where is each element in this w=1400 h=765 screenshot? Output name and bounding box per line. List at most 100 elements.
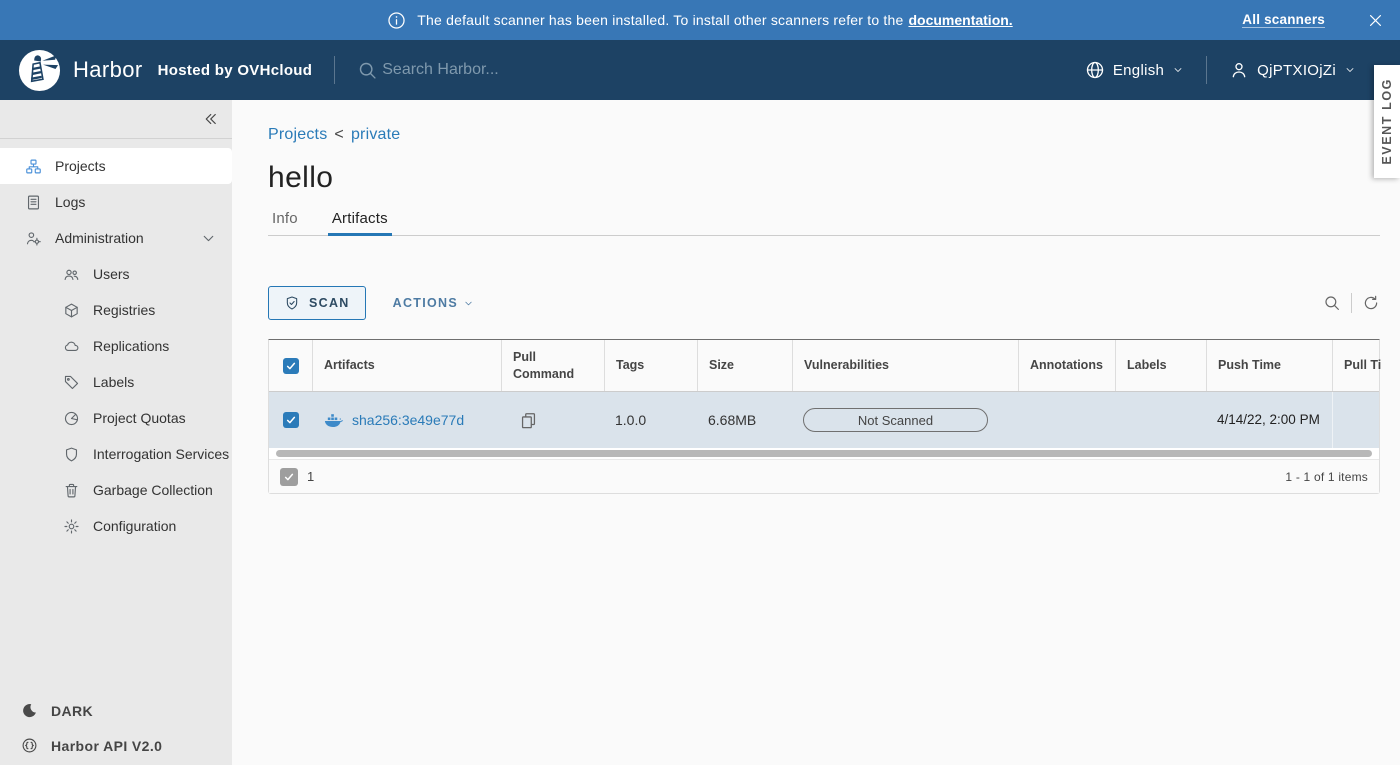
artifacts-table: Artifacts Pull Command Tags Size Vulnera…	[268, 339, 1380, 494]
username-label: QjPTXIOjZi	[1257, 62, 1336, 79]
page-title: hello	[268, 161, 1380, 195]
actions-dropdown[interactable]: ACTIONS	[393, 296, 474, 310]
admin-user-gear-icon	[25, 230, 42, 247]
sidebar-item-labels[interactable]: Labels	[0, 364, 232, 400]
language-label: English	[1113, 62, 1164, 79]
push-time-cell: 4/14/22, 2:00 PM	[1217, 411, 1320, 429]
annotations-cell	[1018, 392, 1115, 448]
search-icon	[357, 60, 378, 81]
column-header-push-time[interactable]: Push Time	[1206, 340, 1332, 391]
documentation-link[interactable]: documentation.	[908, 12, 1012, 28]
harbor-logo-icon[interactable]	[18, 49, 61, 92]
sidebar-item-label: Replications	[93, 338, 169, 354]
toolbar-divider	[1351, 293, 1352, 313]
shield-icon	[63, 446, 80, 463]
select-all-checkbox[interactable]	[283, 358, 299, 374]
column-header-annotations[interactable]: Annotations	[1018, 340, 1115, 391]
sidebar-item-label: Labels	[93, 374, 134, 390]
breadcrumb: Projects<private	[268, 126, 1380, 144]
breadcrumb-projects-link[interactable]: Projects	[268, 126, 327, 143]
cube-icon	[63, 302, 80, 319]
pagination-summary: 1 - 1 of 1 items	[1285, 470, 1368, 484]
actions-label: ACTIONS	[393, 296, 458, 310]
close-icon[interactable]	[1367, 12, 1384, 29]
sidebar: Projects Logs Administration Users Regis…	[0, 100, 232, 765]
selected-indicator-checkbox[interactable]	[280, 468, 298, 486]
sidebar-item-project-quotas[interactable]: Project Quotas	[0, 400, 232, 436]
scrollbar-thumb[interactable]	[276, 450, 1372, 457]
labels-cell	[1115, 392, 1206, 448]
table-footer: 1 1 - 1 of 1 items	[269, 460, 1379, 493]
event-log-tab[interactable]: EVENT LOG	[1374, 65, 1400, 178]
column-header-pull-command[interactable]: Pull Command	[501, 340, 604, 391]
column-header-vulnerabilities[interactable]: Vulnerabilities	[792, 340, 1018, 391]
hosted-by-label: Hosted by OVHcloud	[158, 62, 313, 79]
column-header-labels[interactable]: Labels	[1115, 340, 1206, 391]
brand-title[interactable]: Harbor	[73, 57, 143, 83]
chevron-down-icon	[1172, 64, 1184, 76]
column-header-artifacts[interactable]: Artifacts	[312, 340, 501, 391]
tag-cell: 1.0.0	[604, 392, 697, 448]
pull-time-cell	[1332, 392, 1381, 448]
sidebar-item-administration[interactable]: Administration	[0, 220, 232, 256]
pie-chart-icon	[63, 410, 80, 427]
breadcrumb-private-link[interactable]: private	[351, 126, 400, 143]
copy-icon[interactable]	[519, 411, 538, 430]
sidebar-item-label: Logs	[55, 194, 85, 210]
shield-check-icon	[284, 295, 300, 311]
document-icon	[25, 194, 42, 211]
filter-search-icon[interactable]	[1323, 294, 1341, 312]
dark-mode-toggle[interactable]: DARK	[0, 693, 232, 728]
harbor-api-link[interactable]: Harbor API V2.0	[0, 728, 232, 763]
column-header-size[interactable]: Size	[697, 340, 792, 391]
artifacts-toolbar: SCAN ACTIONS	[268, 286, 1380, 320]
banner-message: The default scanner has been installed. …	[417, 12, 903, 28]
app-header: Harbor Hosted by OVHcloud English QjPTXI…	[0, 40, 1400, 100]
info-icon	[387, 11, 406, 30]
tab-info[interactable]: Info	[268, 210, 302, 235]
tab-artifacts[interactable]: Artifacts	[328, 210, 392, 235]
column-header-pull-time[interactable]: Pull Time	[1332, 340, 1381, 391]
sidebar-item-logs[interactable]: Logs	[0, 184, 232, 220]
main-content: Projects<private hello Info Artifacts SC…	[232, 100, 1400, 765]
sidebar-item-registries[interactable]: Registries	[0, 292, 232, 328]
scan-button[interactable]: SCAN	[268, 286, 366, 320]
sidebar-item-users[interactable]: Users	[0, 256, 232, 292]
sidebar-item-interrogation-services[interactable]: Interrogation Services	[0, 436, 232, 472]
column-header-tags[interactable]: Tags	[604, 340, 697, 391]
sidebar-item-label: Projects	[55, 158, 106, 174]
api-swagger-icon	[21, 737, 38, 754]
dark-mode-label: DARK	[51, 703, 93, 719]
table-header-row: Artifacts Pull Command Tags Size Vulnera…	[269, 340, 1379, 392]
language-menu[interactable]: English	[1085, 60, 1184, 80]
vulnerability-status-badge: Not Scanned	[803, 408, 988, 432]
users-icon	[63, 266, 80, 283]
cloud-icon	[63, 338, 80, 355]
sidebar-item-garbage-collection[interactable]: Garbage Collection	[0, 472, 232, 508]
collapse-sidebar-icon[interactable]	[201, 110, 219, 128]
globe-icon	[1085, 60, 1105, 80]
docker-artifact-icon	[323, 410, 344, 431]
sidebar-item-configuration[interactable]: Configuration	[0, 508, 232, 544]
org-chart-icon	[25, 158, 42, 175]
harbor-api-label: Harbor API V2.0	[51, 738, 162, 754]
sidebar-item-label: Interrogation Services	[93, 446, 229, 462]
user-icon	[1229, 60, 1249, 80]
artifact-digest-link[interactable]: sha256:3e49e77d	[352, 412, 464, 428]
all-scanners-link[interactable]: All scanners	[1242, 12, 1325, 28]
moon-icon	[21, 702, 38, 719]
sidebar-item-label: Users	[93, 266, 130, 282]
search-input[interactable]	[382, 61, 702, 79]
tag-icon	[63, 374, 80, 391]
sidebar-item-label: Registries	[93, 302, 155, 318]
sidebar-item-replications[interactable]: Replications	[0, 328, 232, 364]
user-menu[interactable]: QjPTXIOjZi	[1229, 60, 1356, 80]
refresh-icon[interactable]	[1362, 294, 1380, 312]
table-row: sha256:3e49e77d 1.0.0 6.68MB Not Scanned…	[269, 392, 1379, 448]
scan-button-label: SCAN	[309, 296, 350, 310]
row-checkbox[interactable]	[283, 412, 299, 428]
sidebar-item-projects[interactable]: Projects	[0, 148, 232, 184]
horizontal-scrollbar	[269, 448, 1379, 460]
sidebar-item-label: Administration	[55, 230, 144, 246]
search-bar	[357, 60, 1085, 81]
